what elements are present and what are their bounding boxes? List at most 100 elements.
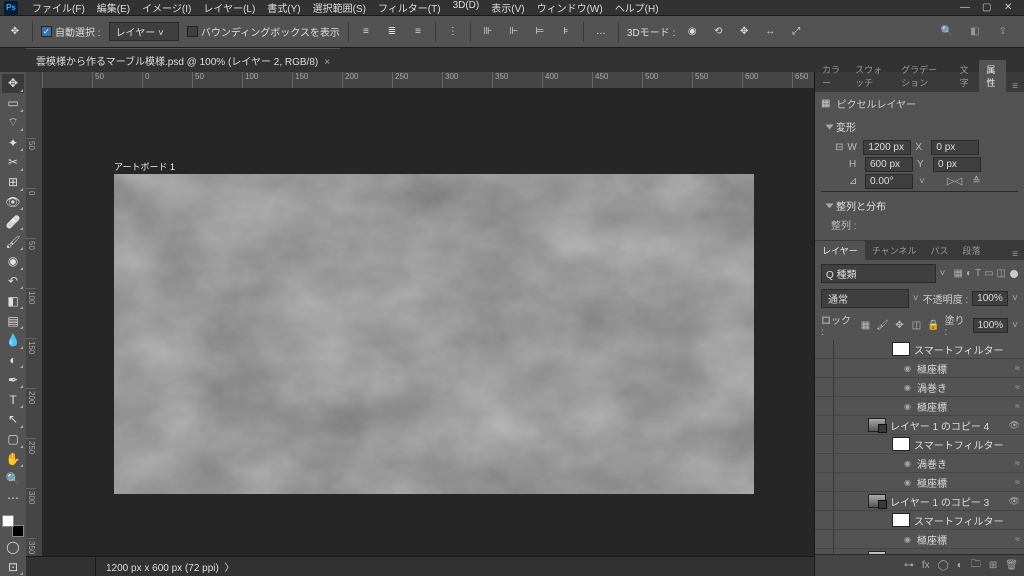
adjustment-icon[interactable]: ◐ (957, 560, 963, 571)
frame-tool[interactable]: ⊞ (2, 173, 24, 192)
menu-item[interactable]: フィルター(T) (372, 0, 447, 15)
panel-tab[interactable]: スウォッチ (848, 60, 894, 92)
menu-item[interactable]: 表示(V) (485, 0, 530, 15)
visibility-icon[interactable]: 👁 (815, 534, 833, 545)
layer-name[interactable]: 極座標 (917, 399, 1011, 414)
blur-tool[interactable]: 💧 (2, 331, 24, 350)
layer-name[interactable]: 極座標 (917, 361, 1011, 376)
lock-pixels-icon[interactable]: ▦ (859, 318, 873, 332)
align-section[interactable]: 整列と分布 (821, 194, 1018, 217)
document-tab[interactable]: 雲模様から作るマーブル模様.psd @ 100% (レイヤー 2, RGB/8)… (26, 48, 340, 72)
artboard[interactable] (114, 174, 754, 494)
marquee-tool[interactable]: ▭ (2, 94, 24, 113)
group-icon[interactable]: 🗀 (971, 557, 981, 574)
layer-name[interactable]: 極座標 (917, 532, 1011, 547)
menu-item[interactable]: 3D(D) (447, 0, 486, 15)
layer-thumbnail[interactable] (868, 494, 886, 508)
menu-item[interactable]: ウィンドウ(W) (531, 0, 609, 15)
eraser-tool[interactable]: ◧ (2, 291, 24, 310)
layer-name[interactable]: スマートフィルター (914, 513, 1020, 528)
width-field[interactable]: 1200 px (863, 140, 911, 155)
search-icon[interactable]: 🔍 (938, 23, 956, 41)
panel-tab[interactable]: パス (923, 241, 955, 260)
layer-badge[interactable]: ≈ (1015, 382, 1020, 392)
3d-icon[interactable]: ↔ (761, 23, 779, 41)
shape-tool[interactable]: ▢ (2, 430, 24, 449)
layer-row[interactable]: 👁◉極座標≈ (815, 530, 1024, 549)
panel-tab[interactable]: チャンネル (865, 241, 924, 260)
layer-badge[interactable]: 👁 (1009, 496, 1020, 507)
visibility-icon[interactable]: 👁 (815, 382, 833, 393)
distribute-icon[interactable]: ⋮ (444, 23, 462, 41)
visibility-icon[interactable]: 👁 (815, 401, 833, 412)
layer-name[interactable]: レイヤー 1 のコピー 3 (890, 494, 1005, 509)
layer-row[interactable]: 👁レイヤー 1 のコピー 3👁 (815, 492, 1024, 511)
horizontal-ruler[interactable]: 5005010015020025030035040045050055060065… (42, 72, 814, 88)
maximize-button[interactable]: ▢ (982, 2, 992, 13)
layer-badge[interactable]: ≈ (1015, 363, 1020, 373)
layer-row[interactable]: 👁◉極座標≈ (815, 397, 1024, 416)
visibility-icon[interactable]: 👁 (815, 439, 833, 450)
new-layer-icon[interactable]: ⊞ (989, 560, 997, 571)
panel-tab[interactable]: 段落 (955, 241, 987, 260)
menu-item[interactable]: 編集(E) (91, 0, 136, 15)
3d-icon[interactable]: ⤢ (787, 23, 805, 41)
layer-name[interactable]: スマートフィルター (914, 437, 1020, 452)
layer-row[interactable]: 👁 スマートフィルター (815, 511, 1024, 530)
align-icon[interactable]: ⊧ (557, 23, 575, 41)
filter-toggle[interactable] (1010, 270, 1018, 278)
move-tool[interactable]: ✥ (2, 74, 24, 93)
menu-item[interactable]: ファイル(F) (26, 0, 91, 15)
healing-tool[interactable]: 🩹 (2, 212, 24, 231)
filter-shape-icon[interactable]: ▭ (984, 268, 993, 279)
visibility-icon[interactable]: 👁 (815, 420, 833, 431)
more-icon[interactable]: … (592, 23, 610, 41)
lock-all-icon[interactable]: 🔒 (927, 318, 941, 332)
panel-menu-icon[interactable]: ≡ (1006, 81, 1024, 92)
fill-field[interactable]: 100% (973, 318, 1009, 333)
panel-tab[interactable]: カラー (815, 60, 848, 92)
menu-item[interactable]: レイヤー(L) (197, 0, 261, 15)
fx-icon[interactable]: fx (922, 560, 930, 571)
hand-tool[interactable]: ✋ (2, 450, 24, 469)
layer-name[interactable]: 極座標 (917, 475, 1011, 490)
layer-thumbnail[interactable] (892, 513, 910, 527)
layer-row[interactable]: 👁◉極座標≈ (815, 359, 1024, 378)
layer-row[interactable]: 👁◉渦巻き≈ (815, 454, 1024, 473)
panel-tab[interactable]: 属性 (979, 60, 1006, 92)
link-layers-icon[interactable]: ⊶ (904, 560, 914, 571)
show-bbox-checkbox[interactable]: バウンディングボックスを表示 (187, 24, 340, 39)
quickmask-tool[interactable]: ◯ (2, 538, 24, 557)
layer-badge[interactable]: ≈ (1015, 458, 1020, 468)
visibility-icon[interactable]: 👁 (815, 515, 833, 526)
pen-tool[interactable]: ✒ (2, 370, 24, 389)
layer-row[interactable]: 👁レイヤー 1 のコピー 4👁 (815, 416, 1024, 435)
height-field[interactable]: 600 px (865, 157, 913, 172)
3d-icon[interactable]: ⟲ (709, 23, 727, 41)
layer-thumbnail[interactable] (892, 437, 910, 451)
blend-mode-select[interactable]: 通常 (821, 289, 909, 308)
layer-row[interactable]: 👁スマートフィルター (815, 340, 1024, 359)
menu-item[interactable]: 選択範囲(S) (307, 0, 372, 15)
align-icon[interactable]: ⊩ (505, 23, 523, 41)
layer-filter-select[interactable]: Q 種類 (821, 264, 936, 283)
3d-icon[interactable]: ✥ (735, 23, 753, 41)
flip-v-icon[interactable]: ≙ (972, 176, 980, 187)
zoom-tool[interactable]: 🔍 (2, 469, 24, 488)
angle-field[interactable]: 0.00° (865, 174, 913, 189)
gradient-tool[interactable]: ▤ (2, 311, 24, 330)
mask-icon[interactable]: ◯ (938, 560, 949, 571)
screenmode-tool[interactable]: ⊡ (2, 557, 24, 576)
type-tool[interactable]: T (2, 390, 24, 409)
visibility-icon[interactable]: 👁 (815, 363, 833, 374)
y-field[interactable]: 0 px (933, 157, 981, 172)
layer-row[interactable]: 👁◉渦巻き≈ (815, 378, 1024, 397)
panel-menu-icon[interactable]: ≡ (1006, 249, 1024, 260)
lock-artboard-icon[interactable]: ◫ (910, 318, 924, 332)
menu-item[interactable]: ヘルプ(H) (609, 0, 665, 15)
opacity-field[interactable]: 100% (972, 291, 1008, 306)
filter-type-icon[interactable]: T (975, 268, 981, 279)
layer-badge[interactable]: ≈ (1015, 401, 1020, 411)
minimize-button[interactable]: — (960, 2, 970, 13)
layer-thumbnail[interactable] (892, 342, 910, 356)
